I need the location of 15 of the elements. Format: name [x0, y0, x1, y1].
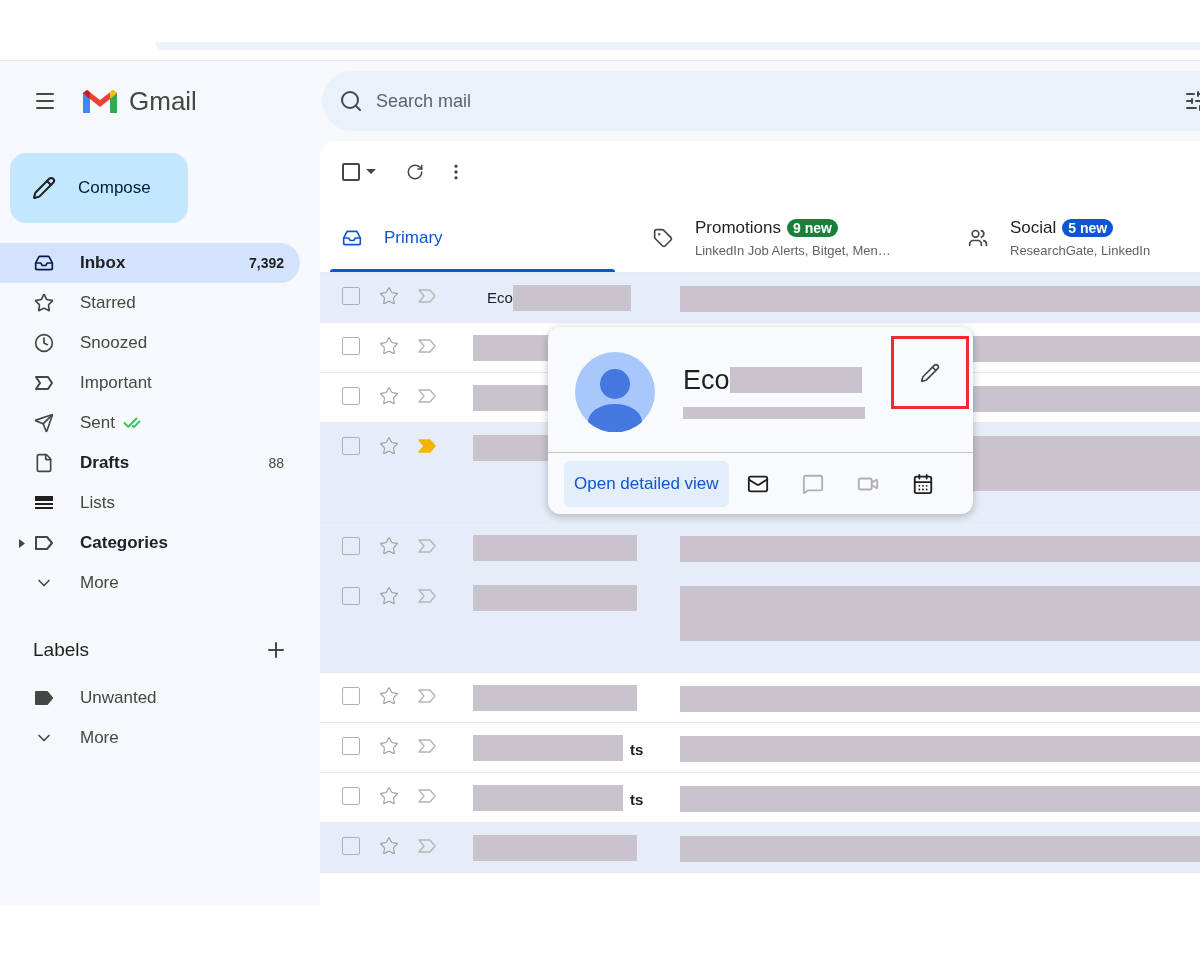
tab-subtitle: ResearchGate, LinkedIn: [1010, 241, 1151, 260]
app-name: Gmail: [129, 84, 197, 118]
tab-label: Primary: [384, 226, 443, 249]
new-count-badge: 9 new: [787, 218, 838, 237]
section-title: Labels: [33, 637, 89, 662]
new-count-badge: 5 new: [1062, 218, 1114, 237]
count: 7,392: [248, 253, 284, 273]
tab-subtitle: LinkedIn Job Alerts, Bitget, Men…: [695, 241, 891, 260]
contact-name: Eco: [683, 364, 730, 397]
sender-name: Eco: [487, 288, 513, 308]
count: 88: [268, 453, 284, 473]
tab-label: Promotions: [695, 217, 781, 239]
tab-label: Social: [1010, 217, 1057, 239]
sender-name: ts: [630, 790, 644, 810]
sender-name: ts: [630, 740, 644, 760]
